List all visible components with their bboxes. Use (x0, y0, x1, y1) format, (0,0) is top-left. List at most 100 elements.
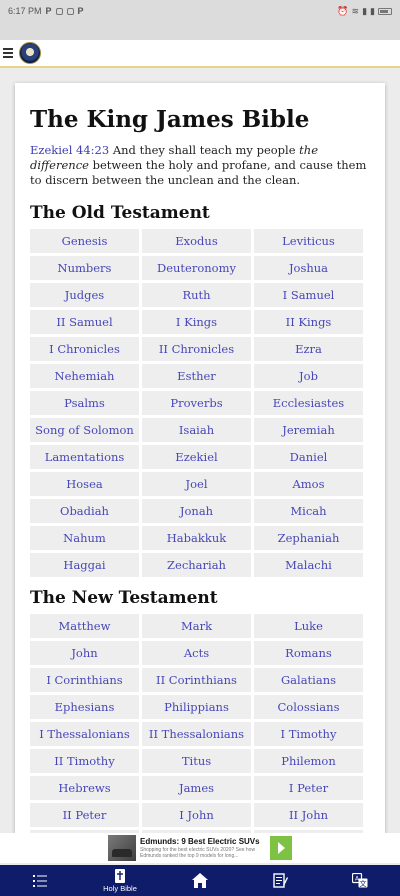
translate-icon: 文 A (352, 873, 368, 888)
book-jonah[interactable]: Jonah (142, 499, 251, 523)
book-titus[interactable]: Titus (142, 749, 251, 773)
book-james[interactable]: James (142, 776, 251, 800)
book-mark[interactable]: Mark (142, 614, 251, 638)
alarm-icon: ⏰ (337, 5, 349, 16)
book-nahum[interactable]: Nahum (30, 526, 139, 550)
book-ii-timothy[interactable]: II Timothy (30, 749, 139, 773)
nav-translate[interactable]: 文 A (332, 865, 388, 896)
msg-icon (66, 7, 74, 15)
ad-banner[interactable]: Edmunds: 9 Best Electric SUVs Shopping f… (0, 833, 400, 863)
book-proverbs[interactable]: Proverbs (142, 391, 251, 415)
book-ii-chronicles[interactable]: II Chronicles (142, 337, 251, 361)
book-acts[interactable]: Acts (142, 641, 251, 665)
book-esther[interactable]: Esther (142, 364, 251, 388)
hamburger-icon[interactable] (3, 48, 13, 58)
ad-car-image[interactable] (108, 835, 136, 861)
book-job[interactable]: Job (254, 364, 363, 388)
verse-reference-link[interactable]: Ezekiel 44:23 (30, 143, 109, 157)
book-judges[interactable]: Judges (30, 283, 139, 307)
home-icon (192, 873, 208, 888)
book-numbers[interactable]: Numbers (30, 256, 139, 280)
ad-description[interactable]: Shopping for the best electric SUVs 2020… (140, 847, 266, 859)
book-i-kings[interactable]: I Kings (142, 310, 251, 334)
book-song-of-solomon[interactable]: Song of Solomon (30, 418, 139, 442)
book-hebrews[interactable]: Hebrews (30, 776, 139, 800)
nav-list[interactable] (12, 865, 68, 896)
book-i-thessalonians[interactable]: I Thessalonians (30, 722, 139, 746)
status-right: ⏰ ≋ ▮ ▮ (337, 6, 392, 17)
book-i-samuel[interactable]: I Samuel (254, 283, 363, 307)
book-i-john[interactable]: I John (142, 803, 251, 827)
book-ii-kings[interactable]: II Kings (254, 310, 363, 334)
play-arrow-icon (277, 842, 285, 854)
book-leviticus[interactable]: Leviticus (254, 229, 363, 253)
page-title: The King James Bible (30, 106, 310, 133)
book-i-chronicles[interactable]: I Chronicles (30, 337, 139, 361)
book-ii-samuel[interactable]: II Samuel (30, 310, 139, 334)
book-exodus[interactable]: Exodus (142, 229, 251, 253)
app-header (0, 40, 400, 68)
book-amos[interactable]: Amos (254, 472, 363, 496)
p-icon: P (77, 6, 84, 16)
book-nehemiah[interactable]: Nehemiah (30, 364, 139, 388)
book-genesis[interactable]: Genesis (30, 229, 139, 253)
book-zechariah[interactable]: Zechariah (142, 553, 251, 577)
book-john[interactable]: John (30, 641, 139, 665)
book-i-peter[interactable]: I Peter (254, 776, 363, 800)
book-galatians[interactable]: Galatians (254, 668, 363, 692)
msg-icon (55, 7, 63, 15)
book-romans[interactable]: Romans (254, 641, 363, 665)
nav-notes[interactable] (252, 865, 308, 896)
book-ii-peter[interactable]: II Peter (30, 803, 139, 827)
app-logo[interactable] (19, 42, 41, 64)
book-philemon[interactable]: Philemon (254, 749, 363, 773)
book-ecclesiastes[interactable]: Ecclesiastes (254, 391, 363, 415)
book-daniel[interactable]: Daniel (254, 445, 363, 469)
p-icon: P (45, 6, 52, 16)
book-ruth[interactable]: Ruth (142, 283, 251, 307)
ad-container[interactable]: Edmunds: 9 Best Electric SUVs Shopping f… (108, 834, 292, 862)
signal-icon: ▮ (370, 5, 375, 16)
book-i-timothy[interactable]: I Timothy (254, 722, 363, 746)
wifi-icon: ≋ (351, 5, 360, 16)
book-ezekiel[interactable]: Ezekiel (142, 445, 251, 469)
status-left: 6:17 PM P P (8, 6, 84, 16)
book-obadiah[interactable]: Obadiah (30, 499, 139, 523)
book-lamentations[interactable]: Lamentations (30, 445, 139, 469)
nav-home[interactable] (172, 865, 228, 896)
book-ii-john[interactable]: II John (254, 803, 363, 827)
book-luke[interactable]: Luke (254, 614, 363, 638)
new-testament-title: The New Testament (30, 588, 218, 608)
list-icon (33, 874, 47, 887)
status-bar: 6:17 PM P P ⏰ ≋ ▮ ▮ (0, 0, 400, 22)
old-testament-title: The Old Testament (30, 203, 210, 223)
book-ii-corinthians[interactable]: II Corinthians (142, 668, 251, 692)
nav-holy-bible[interactable]: Holy Bible (92, 865, 148, 896)
book-haggai[interactable]: Haggai (30, 553, 139, 577)
book-habakkuk[interactable]: Habakkuk (142, 526, 251, 550)
book-ezra[interactable]: Ezra (254, 337, 363, 361)
signal-icon: ▮ (362, 5, 368, 16)
ad-title[interactable]: Edmunds: 9 Best Electric SUVs (140, 837, 266, 847)
book-joel[interactable]: Joel (142, 472, 251, 496)
book-isaiah[interactable]: Isaiah (142, 418, 251, 442)
ad-text[interactable]: Edmunds: 9 Best Electric SUVs Shopping f… (140, 837, 266, 859)
book-matthew[interactable]: Matthew (30, 614, 139, 638)
book-zephaniah[interactable]: Zephaniah (254, 526, 363, 550)
svg-text:文: 文 (360, 879, 367, 888)
book-malachi[interactable]: Malachi (254, 553, 363, 577)
book-psalms[interactable]: Psalms (30, 391, 139, 415)
book-deuteronomy[interactable]: Deuteronomy (142, 256, 251, 280)
bottom-nav: Holy Bible 文 A (0, 865, 400, 896)
book-philippians[interactable]: Philippians (142, 695, 251, 719)
book-i-corinthians[interactable]: I Corinthians (30, 668, 139, 692)
ad-arrow-button[interactable] (270, 836, 292, 860)
book-micah[interactable]: Micah (254, 499, 363, 523)
book-ephesians[interactable]: Ephesians (30, 695, 139, 719)
content-card: The King James Bible Ezekiel 44:23 And t… (15, 83, 385, 843)
book-hosea[interactable]: Hosea (30, 472, 139, 496)
book-colossians[interactable]: Colossians (254, 695, 363, 719)
book-ii-thessalonians[interactable]: II Thessalonians (142, 722, 251, 746)
book-jeremiah[interactable]: Jeremiah (254, 418, 363, 442)
book-joshua[interactable]: Joshua (254, 256, 363, 280)
